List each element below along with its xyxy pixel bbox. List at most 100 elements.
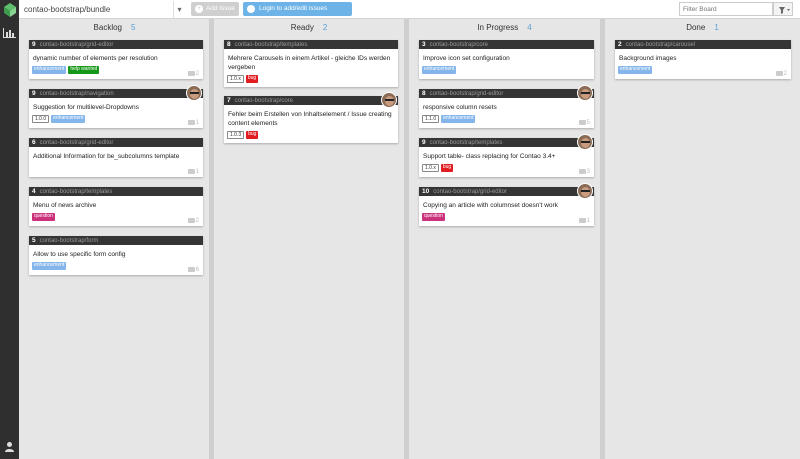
issue-card[interactable]: 8 contao-bootstrap/grid-editor responsive… xyxy=(419,85,594,128)
issue-number[interactable]: 9 xyxy=(422,139,426,146)
issue-title[interactable]: Menu of news archive xyxy=(29,196,203,210)
add-issue-button[interactable]: + Add Issue xyxy=(191,2,239,16)
issue-card[interactable]: 9 contao-bootstrap/navigation Suggestion … xyxy=(29,85,203,128)
label-enhancement[interactable]: enhancement xyxy=(441,115,476,123)
issue-title[interactable]: Copying an article with columnset doesn'… xyxy=(419,196,594,210)
issue-title[interactable]: Allow to use specific form config xyxy=(29,245,203,259)
issue-repo[interactable]: contao-bootstrap/grid-editor xyxy=(430,91,504,97)
label-bug[interactable]: bug xyxy=(440,164,454,172)
card-header: 7 contao-bootstrap/core xyxy=(224,96,398,105)
filter-board-input[interactable] xyxy=(679,2,773,16)
issue-number[interactable]: 5 xyxy=(32,237,36,244)
issue-number[interactable]: 8 xyxy=(227,41,231,48)
column-header: Ready 2 xyxy=(214,19,404,36)
login-button[interactable]: Login to add/edit issues xyxy=(243,2,352,16)
card-header: 9 contao-bootstrap/templates xyxy=(419,138,594,147)
label-enhancement[interactable]: enhancement xyxy=(618,66,653,74)
issue-repo[interactable]: contao-bootstrap/grid-editor xyxy=(40,42,114,48)
column-count: 2 xyxy=(322,23,328,32)
label-enhancement[interactable]: enhancement xyxy=(32,66,67,74)
issue-title[interactable]: Suggestion for multilevel-Dropdowns xyxy=(29,98,203,112)
issue-number[interactable]: 8 xyxy=(422,90,426,97)
card-header: 8 contao-bootstrap/grid-editor xyxy=(419,89,594,98)
repo-select-value: contao-bootstrap/bundle xyxy=(24,5,111,14)
issue-number[interactable]: 7 xyxy=(227,97,231,104)
issue-title[interactable]: Fehler beim Erstellen von Inhaltselement… xyxy=(224,105,398,128)
issue-repo[interactable]: contao-bootstrap/carousel xyxy=(626,42,695,48)
issue-repo[interactable]: contao-bootstrap/templates xyxy=(40,189,113,195)
issue-card[interactable]: 10 contao-bootstrap/grid-editor Copying a… xyxy=(419,183,594,226)
label-enhancement[interactable]: enhancement xyxy=(422,66,457,74)
label-question[interactable]: question xyxy=(422,213,445,221)
issue-card[interactable]: 6 contao-bootstrap/grid-editor Additional… xyxy=(29,138,203,177)
issue-title[interactable]: Improve icon set configuration xyxy=(419,49,594,63)
column-count: 5 xyxy=(131,23,136,32)
issue-card[interactable]: 8 contao-bootstrap/templates Mehrere Caro… xyxy=(224,40,398,87)
label-version[interactable]: 1.0.x xyxy=(422,164,439,172)
issue-title[interactable]: Background images xyxy=(615,49,791,63)
comment-count: 6 xyxy=(187,266,199,273)
issue-number[interactable]: 9 xyxy=(32,90,36,97)
label-question[interactable]: question xyxy=(32,213,55,221)
issue-repo[interactable]: contao-bootstrap/navigation xyxy=(40,91,114,97)
comment-icon xyxy=(187,168,195,174)
issue-repo[interactable]: contao-bootstrap/grid-editor xyxy=(433,189,507,195)
label-version[interactable]: 1.1.0 xyxy=(422,115,440,123)
label-list: enhancement xyxy=(615,63,791,74)
issue-repo[interactable]: contao-bootstrap/grid-editor xyxy=(40,140,114,146)
avatar-glasses xyxy=(581,190,590,192)
issue-number[interactable]: 4 xyxy=(32,188,36,195)
issue-number[interactable]: 9 xyxy=(32,41,36,48)
filter-button[interactable] xyxy=(773,2,793,16)
issue-repo[interactable]: contao-bootstrap/core xyxy=(235,98,293,104)
label-help-wanted[interactable]: help wanted xyxy=(68,66,100,74)
issue-card[interactable]: 3 contao-bootstrap/core Improve icon set … xyxy=(419,40,594,79)
comment-count-value: 2 xyxy=(195,218,199,224)
bar-chart-icon[interactable] xyxy=(3,28,16,38)
issue-card[interactable]: 7 contao-bootstrap/core Fehler beim Erste… xyxy=(224,92,398,143)
avatar[interactable] xyxy=(577,85,593,101)
chevron-down-icon[interactable]: ▾ xyxy=(173,1,185,18)
avatar[interactable] xyxy=(577,183,593,199)
card-header: 6 contao-bootstrap/grid-editor xyxy=(29,138,203,147)
issue-number[interactable]: 6 xyxy=(32,139,36,146)
issue-card[interactable]: 2 contao-bootstrap/carousel Background im… xyxy=(615,40,791,79)
issue-title[interactable]: dynamic number of elements per resolutio… xyxy=(29,49,203,63)
issue-repo[interactable]: contao-bootstrap/templates xyxy=(235,42,308,48)
label-enhancement[interactable]: enhancement xyxy=(51,115,86,123)
issue-number[interactable]: 3 xyxy=(422,41,426,48)
issue-card[interactable]: 5 contao-bootstrap/form Allow to use spec… xyxy=(29,236,203,275)
issue-card[interactable]: 4 contao-bootstrap/templates Menu of news… xyxy=(29,187,203,226)
issue-title[interactable]: Support table- class replacing for Conta… xyxy=(419,147,594,161)
huboard-logo-icon[interactable] xyxy=(3,2,17,18)
comment-count: 1 xyxy=(578,217,590,224)
repo-select[interactable]: contao-bootstrap/bundle ▾ xyxy=(22,1,185,18)
issue-card[interactable]: 9 contao-bootstrap/templates Support tabl… xyxy=(419,134,594,177)
label-version[interactable]: 1.0.x xyxy=(227,75,244,83)
issue-number[interactable]: 10 xyxy=(422,188,429,195)
avatar-glasses xyxy=(581,92,590,94)
issue-repo[interactable]: contao-bootstrap/form xyxy=(40,238,99,244)
label-enhancement[interactable]: enhancement xyxy=(32,262,67,270)
issue-title[interactable]: Additional Information for be_subcolumns… xyxy=(29,147,203,161)
issue-title[interactable]: responsive column resets xyxy=(419,98,594,112)
column-header: Backlog 5 xyxy=(20,19,209,36)
issue-number[interactable]: 2 xyxy=(618,41,622,48)
avatar[interactable] xyxy=(577,134,593,150)
label-list: 1.0.x bug xyxy=(224,72,398,83)
comment-icon xyxy=(578,168,586,174)
label-bug[interactable]: bug xyxy=(246,131,259,139)
issue-repo[interactable]: contao-bootstrap/core xyxy=(430,42,488,48)
label-version[interactable]: 1.0.3 xyxy=(227,131,245,139)
avatar[interactable] xyxy=(186,85,202,101)
sidebar xyxy=(0,0,19,459)
label-bug[interactable]: bug xyxy=(245,75,259,83)
issue-repo[interactable]: contao-bootstrap/templates xyxy=(430,140,503,146)
issue-card[interactable]: 9 contao-bootstrap/grid-editor dynamic nu… xyxy=(29,40,203,79)
label-version[interactable]: 1.0.0 xyxy=(32,115,50,123)
avatar[interactable] xyxy=(381,92,397,108)
user-icon[interactable] xyxy=(4,441,15,452)
comment-icon xyxy=(578,217,586,223)
comment-count: 3 xyxy=(578,168,590,175)
issue-title[interactable]: Mehrere Carousels in einem Artikel - gle… xyxy=(224,49,398,72)
